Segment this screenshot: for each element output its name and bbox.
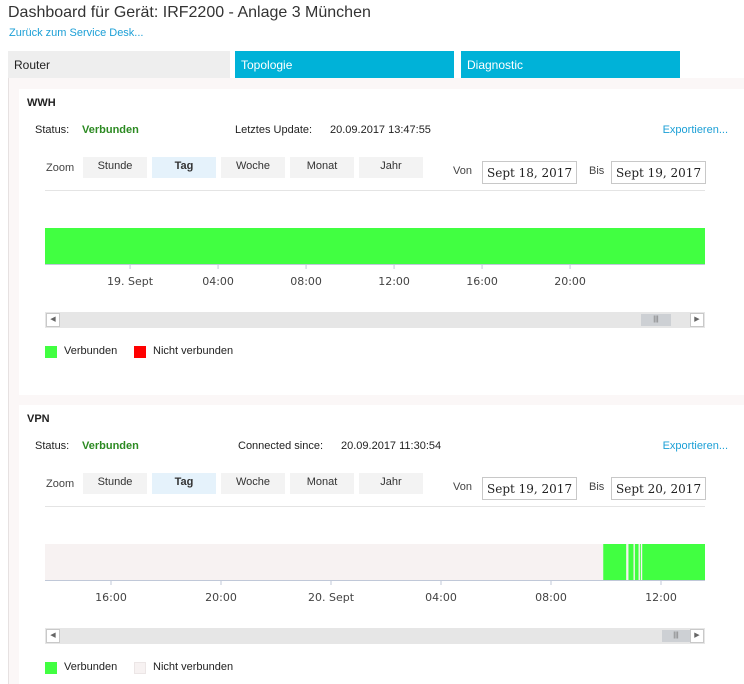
tab-diagnostic[interactable]: Diagnostic — [461, 51, 680, 79]
x-tick-label: 16:00 — [466, 275, 498, 288]
chart-scrollbar[interactable]: ◀ ||| ▶ — [45, 312, 705, 328]
zoom-week-button[interactable]: Woche — [221, 157, 285, 178]
x-tick-label: 08:00 — [535, 591, 567, 604]
zoom-year-button[interactable]: Jahr — [359, 157, 423, 178]
timeline-segment — [639, 544, 641, 580]
legend-label-connected: Verbunden — [64, 345, 118, 357]
x-tick-label: 20:00 — [554, 275, 586, 288]
scroll-left-arrow-icon[interactable]: ◀ — [46, 629, 60, 643]
zoom-label: Zoom — [46, 478, 75, 490]
zoom-month-button[interactable]: Monat — [290, 157, 354, 178]
timeline-segment — [45, 228, 705, 264]
x-tick-label: 12:00 — [378, 275, 410, 288]
zoom-hour-button[interactable]: Stunde — [83, 157, 147, 178]
scroll-thumb[interactable]: ||| — [641, 314, 671, 326]
x-tick-label: 04:00 — [425, 591, 457, 604]
scroll-left-arrow-icon[interactable]: ◀ — [46, 313, 60, 327]
zoom-label: Zoom — [46, 162, 75, 174]
from-date-input[interactable] — [482, 161, 577, 184]
tab-router[interactable]: Router — [8, 51, 230, 79]
timeline-segment — [642, 544, 705, 580]
zoom-month-button[interactable]: Monat — [290, 473, 354, 494]
legend-label-not-connected: Nicht verbunden — [153, 345, 234, 357]
tab-topologie[interactable]: Topologie — [235, 51, 454, 79]
zoom-hour-button[interactable]: Stunde — [83, 473, 147, 494]
last-update-value: 20.09.2017 13:47:55 — [330, 124, 431, 136]
timeline-segment — [603, 544, 627, 580]
legend-swatch-not-connected — [134, 346, 146, 358]
connected-since-value: 20.09.2017 11:30:54 — [341, 440, 442, 452]
from-date-input[interactable] — [482, 477, 577, 500]
zoom-year-button[interactable]: Jahr — [359, 473, 423, 494]
timeline-chart: 19. Sept 04:00 08:00 12:00 16:00 20:00 — [45, 228, 705, 288]
legend-label-connected: Verbunden — [64, 661, 118, 673]
last-update-label: Letztes Update: — [235, 124, 313, 136]
legend-label-not-connected: Nicht verbunden — [153, 661, 234, 673]
status-label: Status: — [35, 124, 70, 136]
divider — [45, 506, 705, 507]
x-tick-label: 04:00 — [202, 275, 234, 288]
chart-scrollbar[interactable]: ◀ ||| ▶ — [45, 628, 705, 644]
export-link[interactable]: Exportieren... — [663, 440, 728, 452]
scroll-thumb[interactable]: ||| — [662, 630, 690, 642]
from-label: Von — [453, 165, 472, 177]
divider — [45, 190, 705, 191]
to-date-input[interactable] — [611, 161, 706, 184]
to-date-input[interactable] — [611, 477, 706, 500]
x-tick-label: 20. Sept — [308, 591, 355, 604]
x-tick-label: 20:00 — [205, 591, 237, 604]
to-label: Bis — [589, 481, 605, 493]
x-tick-label: 19. Sept — [107, 275, 154, 288]
timeline-segment — [634, 544, 639, 580]
legend-swatch-connected — [45, 346, 57, 358]
page-title: Dashboard für Gerät: IRF2200 - Anlage 3 … — [8, 4, 371, 21]
zoom-week-button[interactable]: Woche — [221, 473, 285, 494]
legend-swatch-not-connected — [134, 662, 146, 674]
connected-since-label: Connected since: — [238, 440, 323, 452]
x-tick-label: 12:00 — [645, 591, 677, 604]
status-value: Verbunden — [82, 440, 139, 452]
zoom-day-button[interactable]: Tag — [152, 157, 216, 178]
x-tick-label: 16:00 — [95, 591, 127, 604]
from-label: Von — [453, 481, 472, 493]
export-link[interactable]: Exportieren... — [663, 124, 728, 136]
status-label: Status: — [35, 440, 70, 452]
scroll-right-arrow-icon[interactable]: ▶ — [690, 313, 704, 327]
to-label: Bis — [589, 165, 605, 177]
scroll-right-arrow-icon[interactable]: ▶ — [690, 629, 704, 643]
panel-title: WWH — [27, 97, 56, 109]
wwh-panel: WWH Status: Verbunden Letztes Update: 20… — [19, 89, 744, 395]
back-to-service-desk-link[interactable]: Zurück zum Service Desk... — [9, 27, 143, 39]
legend-swatch-connected — [45, 662, 57, 674]
vpn-panel: VPN Status: Verbunden Connected since: 2… — [19, 405, 744, 684]
zoom-day-button[interactable]: Tag — [152, 473, 216, 494]
timeline-segment — [628, 544, 634, 580]
panel-title: VPN — [27, 413, 50, 425]
x-tick-label: 08:00 — [290, 275, 322, 288]
timeline-chart: 16:00 20:00 20. Sept 04:00 08:00 12:00 — [45, 544, 705, 604]
status-value: Verbunden — [82, 124, 139, 136]
